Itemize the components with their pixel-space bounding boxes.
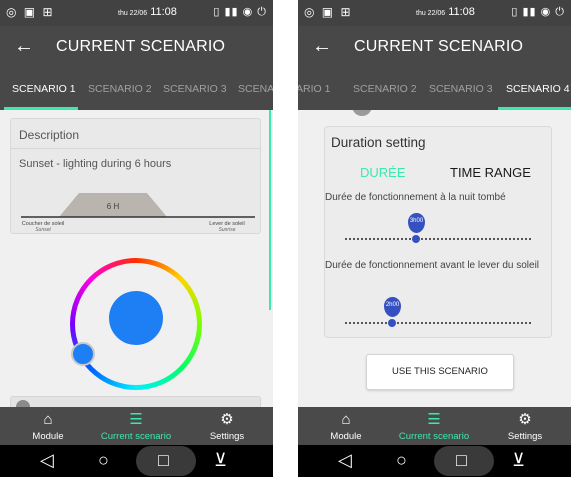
scenario-content: Description Sunset - lighting during 6 h… (0, 110, 273, 407)
duration-label: 6 H (107, 202, 120, 211)
tab-scenario-4[interactable]: SCENA (238, 83, 273, 95)
system-home-icon[interactable]: ○ (98, 450, 109, 471)
description-heading: Description (11, 119, 260, 149)
nav-label: Module (32, 431, 64, 442)
app-bar: ← CURRENT SCENARIO (0, 26, 273, 70)
nav-module[interactable]: ⌂ Module (326, 411, 366, 442)
before-sunrise-label: Durée de fonctionnement avant le lever d… (325, 260, 540, 271)
system-status-icons: ▯ ▮▮ ◉ ⏻ (213, 6, 267, 18)
before-sunrise-slider[interactable]: 2h00 (345, 297, 531, 327)
app-bar: ← CURRENT SCENARIO (298, 26, 571, 70)
tab-scenario-4[interactable]: SCENARIO 4 (506, 83, 570, 95)
description-text: Sunset - lighting during 6 hours (19, 158, 172, 170)
night-duration-label: Durée de fonctionnement à la nuit tombé (325, 192, 506, 203)
notification-icons: ◎ ▣ ⊞ (6, 5, 55, 19)
status-date: thu 22/06 (118, 10, 148, 17)
system-down-icon[interactable]: ⊻ (512, 450, 525, 471)
scenario-tabs: SCENARIO 1 SCENARIO 2 SCENARIO 3 SCENA (0, 70, 273, 110)
tab-scenario-3[interactable]: SCENARIO 3 (429, 83, 493, 95)
scenario-content: Duration setting DURÉE TIME RANGE Durée … (298, 110, 571, 407)
system-navigation-bar: ◁ ○ □ ⊻ (0, 445, 273, 477)
use-this-scenario-button[interactable]: USE THIS SCENARIO (366, 354, 514, 390)
night-duration-slider[interactable]: 3h00 (345, 213, 531, 243)
hue-handle[interactable] (71, 342, 95, 366)
back-arrow-icon[interactable]: ← (312, 35, 332, 58)
slider-value-bubble: 2h00 (384, 297, 401, 317)
nav-current-scenario[interactable]: ☰ Current scenario (96, 411, 176, 442)
gear-icon: ⚙ (518, 411, 532, 428)
tab-scenario-1[interactable]: SCENARIO 1 (12, 83, 76, 95)
slider-thumb[interactable] (388, 319, 396, 327)
phone-screen-scenario-1: ◎ ▣ ⊞ thu 22/06 11:08 ▯ ▮▮ ◉ ⏻ ← CURRENT … (0, 0, 273, 477)
nav-label: Settings (209, 431, 245, 442)
bottom-navigation: ⌂ Module ☰ Current scenario ⚙ Settings (0, 407, 273, 445)
selected-color-preview (109, 291, 163, 345)
card-handle-icon (16, 400, 30, 407)
color-wheel[interactable] (70, 258, 202, 390)
gear-icon: ⚙ (220, 411, 234, 428)
sunset-sublabel: Sunset (35, 227, 51, 233)
scenario-tabs: ARIO 1 SCENARIO 2 SCENARIO 3 SCENARIO 4 (298, 70, 571, 110)
scroll-indicator (269, 110, 271, 310)
status-date: thu 22/06 (416, 10, 446, 17)
status-clock: thu 22/06 11:08 (416, 6, 475, 18)
status-time: 11:08 (150, 6, 177, 18)
slider-thumb[interactable] (412, 235, 420, 243)
system-back-icon[interactable]: ◁ (40, 450, 54, 471)
tab-time-range[interactable]: TIME RANGE (450, 165, 531, 180)
home-icon: ⌂ (43, 411, 53, 428)
nav-label: Current scenario (100, 431, 172, 442)
nav-label: Settings (507, 431, 543, 442)
nav-label: Module (330, 431, 362, 442)
sunrise-sublabel: Sunrise (219, 227, 236, 233)
tab-duree[interactable]: DURÉE (360, 165, 406, 180)
back-arrow-icon[interactable]: ← (14, 35, 34, 58)
nav-label: Current scenario (398, 431, 470, 442)
notification-icons: ◎ ▣ ⊞ (304, 5, 353, 19)
lighting-timeline-diagram: 6 H Coucher de soleil Sunset Lever de so… (21, 193, 255, 233)
duration-setting-card: Duration setting DURÉE TIME RANGE Durée … (324, 126, 552, 338)
tab-scenario-2[interactable]: SCENARIO 2 (353, 83, 417, 95)
system-navigation-bar: ◁ ○ □ ⊻ (298, 445, 571, 477)
nav-settings[interactable]: ⚙ Settings (502, 411, 548, 442)
tab-scenario-3[interactable]: SCENARIO 3 (163, 83, 227, 95)
tab-scenario-1[interactable]: ARIO 1 (298, 83, 330, 95)
system-recents-icon[interactable]: □ (158, 450, 169, 471)
sliders-icon: ☰ (427, 411, 441, 428)
status-bar: ◎ ▣ ⊞ thu 22/06 11:08 ▯ ▮▮ ◉ ⏻ (298, 0, 571, 26)
phone-screen-scenario-4: ◎ ▣ ⊞ thu 22/06 11:08 ▯ ▮▮ ◉ ⏻ ← CURRENT … (298, 0, 571, 477)
slider-track (345, 322, 531, 326)
nav-settings[interactable]: ⚙ Settings (204, 411, 250, 442)
slider-track (345, 238, 531, 242)
tab-scenario-2[interactable]: SCENARIO 2 (88, 83, 152, 95)
nav-current-scenario[interactable]: ☰ Current scenario (394, 411, 474, 442)
next-card (10, 396, 261, 407)
system-down-icon[interactable]: ⊻ (214, 450, 227, 471)
system-home-icon[interactable]: ○ (396, 450, 407, 471)
status-clock: thu 22/06 11:08 (118, 6, 177, 18)
system-back-icon[interactable]: ◁ (338, 450, 352, 471)
status-bar: ◎ ▣ ⊞ thu 22/06 11:08 ▯ ▮▮ ◉ ⏻ (0, 0, 273, 26)
nav-module[interactable]: ⌂ Module (28, 411, 68, 442)
duration-title: Duration setting (331, 135, 426, 150)
page-title: CURRENT SCENARIO (56, 38, 226, 55)
sliders-icon: ☰ (129, 411, 143, 428)
home-icon: ⌂ (341, 411, 351, 428)
page-title: CURRENT SCENARIO (354, 38, 524, 55)
system-status-icons: ▯ ▮▮ ◉ ⏻ (511, 6, 565, 18)
system-recents-icon[interactable]: □ (456, 450, 467, 471)
slider-value-bubble: 3h00 (408, 213, 425, 233)
card-handle-icon (352, 110, 372, 116)
status-time: 11:08 (448, 6, 475, 18)
description-card: Description Sunset - lighting during 6 h… (10, 118, 261, 234)
bottom-navigation: ⌂ Module ☰ Current scenario ⚙ Settings (298, 407, 571, 445)
